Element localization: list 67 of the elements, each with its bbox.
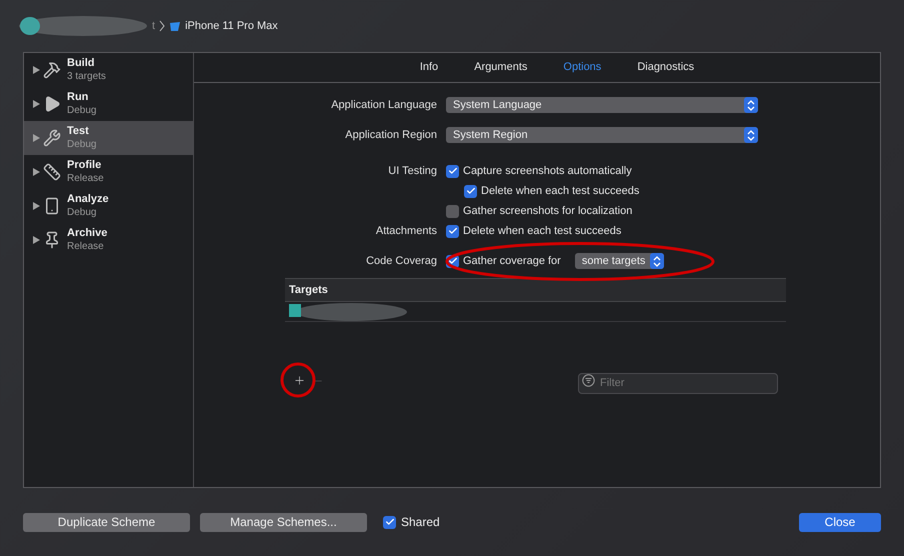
disclosure-triangle-icon[interactable] <box>33 66 40 74</box>
scheme-action-item[interactable]: Run Debug <box>24 87 193 121</box>
checkbox-label: Gather coverage for <box>463 254 561 269</box>
checkbox[interactable] <box>464 184 477 198</box>
field-label: Application Language <box>331 98 437 113</box>
close-button[interactable]: Close <box>799 512 881 532</box>
scheme-action-item[interactable]: Build 3 targets <box>24 53 193 87</box>
disclosure-triangle-icon[interactable] <box>33 134 40 142</box>
scheme-action-item[interactable]: Profile Release <box>24 155 193 189</box>
annotation-circle <box>280 362 316 398</box>
device-name[interactable]: iPhone 11 Pro Max <box>185 18 278 34</box>
checkbox[interactable] <box>446 224 459 238</box>
play-icon <box>43 95 61 113</box>
action-name: Build <box>67 57 96 70</box>
checkbox-label: Delete when each test succeeds <box>463 224 622 239</box>
stepper-icon <box>653 256 662 266</box>
checkbox[interactable] <box>383 516 396 528</box>
phone-icon <box>169 20 182 32</box>
hammer-icon <box>43 61 61 79</box>
chevron-icon <box>159 20 166 32</box>
checkbox[interactable] <box>446 164 459 178</box>
column-header: Targets <box>289 282 328 298</box>
checkbox-label: Delete when each test succeeds <box>481 184 640 199</box>
action-detail: Debug <box>67 104 96 117</box>
scheme-action-item[interactable]: Archive Release <box>24 223 193 257</box>
field-label: Application Region <box>345 128 437 143</box>
popup-button[interactable]: System Language <box>446 97 758 113</box>
field-label: Code Coverag <box>366 254 437 269</box>
checkbox-label: Capture screenshots automatically <box>463 164 632 179</box>
footer-button[interactable]: Manage Schemes... <box>200 512 367 532</box>
action-name: Test <box>67 125 90 138</box>
scheme-action-item[interactable]: Test Debug <box>24 121 193 155</box>
popup-button[interactable]: System Region <box>446 127 758 143</box>
action-detail: Debug <box>67 206 98 219</box>
action-name: Profile <box>67 159 102 172</box>
disclosure-triangle-icon[interactable] <box>33 100 40 108</box>
disclosure-triangle-icon[interactable] <box>33 202 40 210</box>
action-detail: 3 targets <box>67 70 106 83</box>
action-name: Run <box>67 91 90 104</box>
ruler-icon <box>43 163 61 181</box>
action-detail: Release <box>67 172 104 185</box>
tab[interactable]: Info <box>420 59 438 76</box>
tab[interactable]: Diagnostics <box>637 59 694 76</box>
disclosure-triangle-icon[interactable] <box>33 236 40 244</box>
action-name: Archive <box>67 227 108 240</box>
device-icon <box>43 197 61 215</box>
checkbox-label: Shared <box>401 514 440 531</box>
pin-icon <box>43 231 61 249</box>
action-detail: Debug <box>67 138 96 151</box>
action-name: Analyze <box>67 193 109 206</box>
stepper-icon <box>747 100 755 110</box>
filter-field[interactable]: Filter <box>578 372 778 394</box>
action-detail: Release <box>67 240 105 253</box>
tab[interactable]: Options <box>563 59 602 76</box>
disclosure-triangle-icon[interactable] <box>33 168 40 176</box>
stepper-icon <box>747 130 755 140</box>
checkbox-label: Gather screenshots for localization <box>463 204 632 219</box>
tab[interactable]: Arguments <box>474 59 528 76</box>
checkbox[interactable] <box>446 204 459 218</box>
filter-icon <box>582 374 595 387</box>
wrench-icon <box>43 129 61 147</box>
field-label: UI Testing <box>388 164 437 179</box>
field-label: Attachments <box>376 224 437 239</box>
popup-button[interactable]: some targets <box>574 253 664 269</box>
breadcrumb-text: t <box>152 18 156 34</box>
footer-button[interactable]: Duplicate Scheme <box>23 512 190 532</box>
scheme-action-item[interactable]: Analyze Debug <box>24 189 193 223</box>
